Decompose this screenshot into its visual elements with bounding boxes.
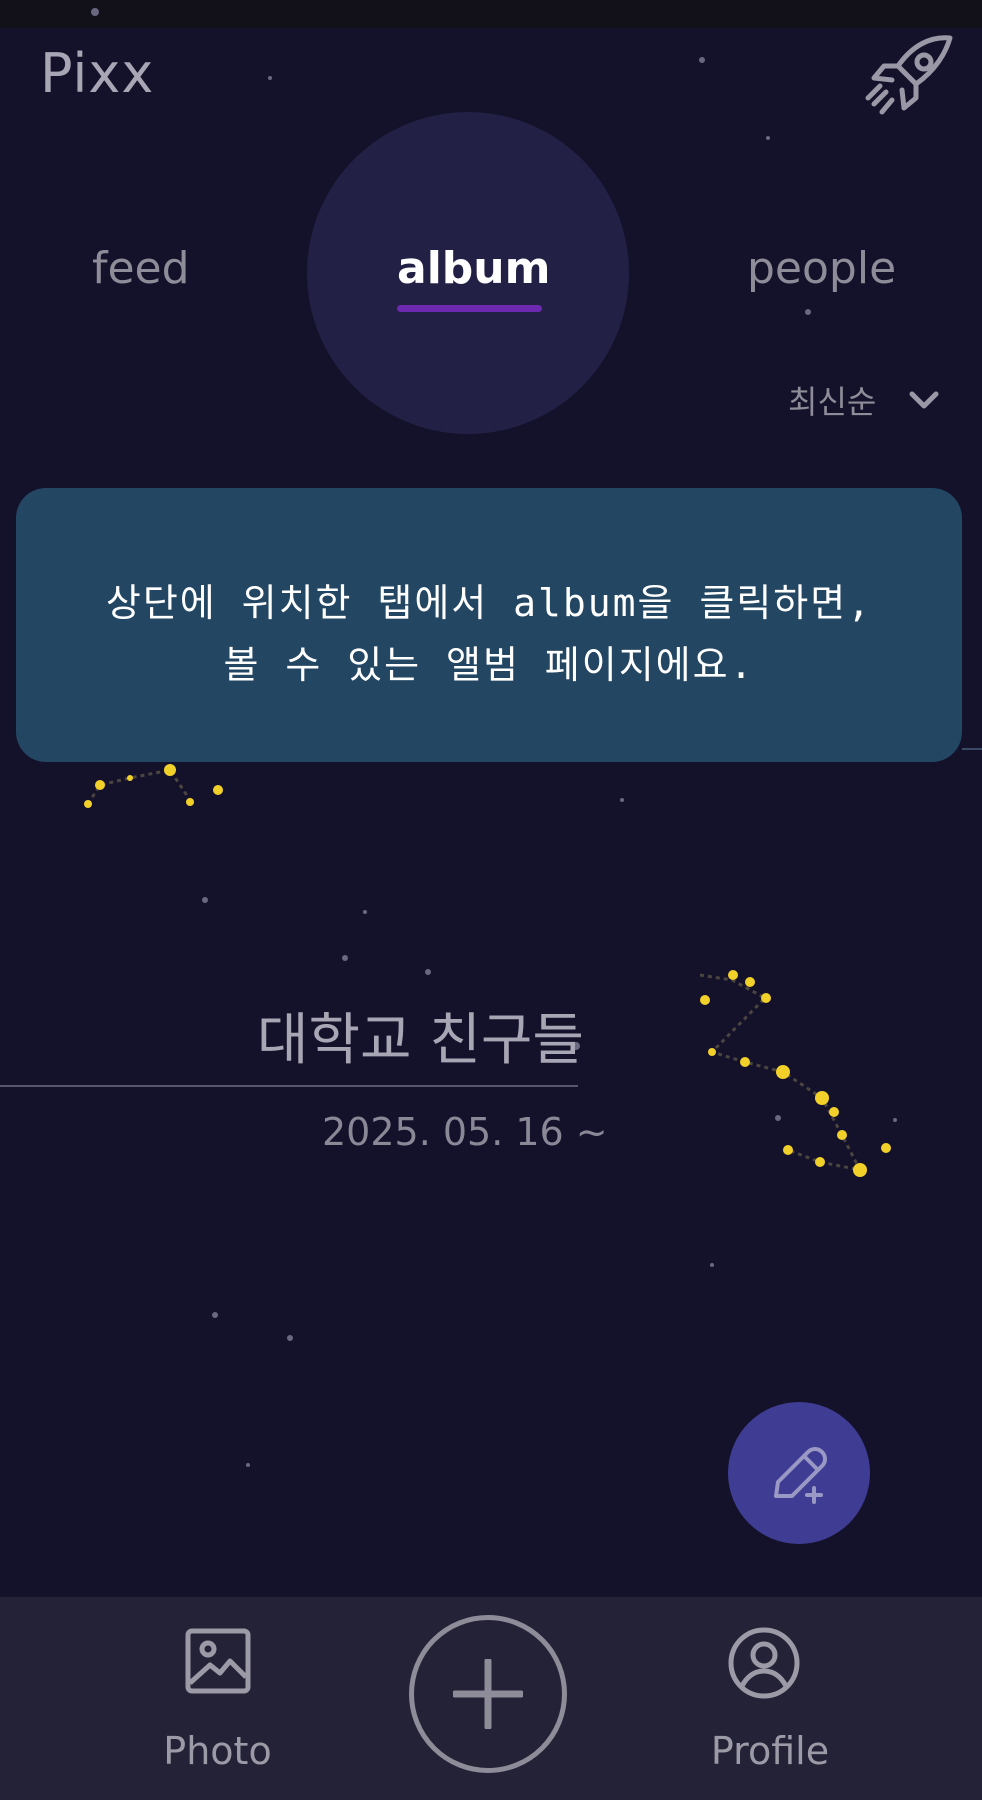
app-logo: Pixx	[40, 42, 155, 105]
album-title[interactable]: 대학교 친구들	[257, 995, 584, 1076]
add-photo-button[interactable]	[409, 1615, 567, 1773]
user-circle-icon	[728, 1627, 800, 1699]
tab-people[interactable]: people	[747, 243, 896, 294]
nav-profile-label: Profile	[710, 1729, 830, 1773]
sort-label: 최신순	[788, 383, 877, 421]
tab-album[interactable]: album	[397, 243, 550, 294]
plus-icon	[453, 1659, 523, 1729]
nav-profile[interactable]: Profile	[690, 1627, 850, 1782]
callout-text-line1: 상단에 위치한 탭에서 album을 클릭하면,	[105, 581, 873, 625]
create-album-button[interactable]	[728, 1402, 870, 1544]
album-date: 2025. 05. 16 ~	[322, 1110, 608, 1154]
bottom-nav: Photo Profile	[0, 1597, 982, 1800]
sort-dropdown[interactable]: 최신순	[788, 377, 940, 423]
album-divider	[0, 1085, 578, 1087]
chevron-down-icon	[909, 391, 939, 409]
constellation-right	[699, 970, 891, 1177]
callout-text-line2: 볼 수 있는 앨범 페이지에요.	[223, 643, 755, 687]
divider	[962, 748, 982, 750]
constellation-left	[84, 764, 223, 808]
tutorial-callout: 상단에 위치한 탭에서 album을 클릭하면, 볼 수 있는 앨범 페이지에요…	[16, 488, 962, 762]
rocket-button[interactable]	[860, 30, 960, 120]
nav-photo[interactable]: Photo	[140, 1627, 295, 1782]
tab-feed[interactable]: feed	[92, 243, 190, 294]
status-bar	[0, 0, 982, 28]
image-icon	[185, 1628, 251, 1694]
active-tab-underline	[397, 305, 542, 312]
nav-photo-label: Photo	[163, 1729, 272, 1773]
rocket-icon	[865, 35, 953, 115]
edit-add-icon	[774, 1447, 827, 1504]
